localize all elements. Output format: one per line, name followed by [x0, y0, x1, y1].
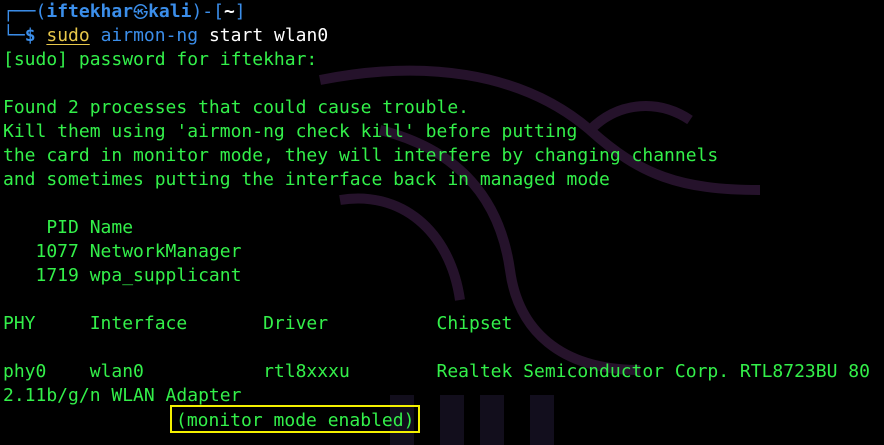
interface-table-row: phy0 wlan0 rtl8xxxu Realtek Semiconducto…	[3, 361, 870, 382]
prompt-dollar: $	[24, 25, 36, 46]
interface-table-header: PHY Interface Driver Chipset	[3, 313, 513, 334]
terminal-window[interactable]: ┌──(iftekhar㉿kali)-[~] └─$ sudo airmon-n…	[0, 0, 884, 445]
sudo-password-prompt[interactable]: [sudo] password for iftekhar:	[3, 48, 317, 72]
monitor-mode-status: (monitor mode enabled)	[170, 405, 421, 433]
command-program: airmon-ng	[100, 25, 199, 46]
warning-line-4: and sometimes putting the interface back…	[3, 169, 610, 190]
kali-skull-icon: ㉿	[133, 3, 149, 21]
command-sudo: sudo	[46, 25, 90, 46]
process-row: 1719 wpa_supplicant	[3, 265, 242, 286]
command-line[interactable]: └─$ sudo airmon-ng start wlan0	[3, 24, 328, 48]
prompt-line-top: ┌──(iftekhar㉿kali)-[~]	[3, 0, 246, 24]
warning-line-3: the card in monitor mode, they will inte…	[3, 145, 719, 166]
command-args: start wlan0	[208, 25, 329, 46]
prompt-user: iftekhar	[46, 1, 134, 22]
prompt-path: ~	[223, 1, 235, 22]
prompt-frame-mid: )-[	[191, 1, 224, 22]
prompt-frame-bottom: └─	[3, 25, 25, 46]
process-table-header: PID Name	[3, 217, 134, 238]
prompt-frame-top: ┌──(	[3, 1, 47, 22]
prompt-host: kali	[148, 1, 192, 22]
prompt-frame-end: ]	[234, 1, 246, 22]
warning-line-2: Kill them using 'airmon-ng check kill' b…	[3, 121, 578, 142]
warning-line-1: Found 2 processes that could cause troub…	[3, 97, 469, 118]
process-row: 1077 NetworkManager	[3, 241, 242, 262]
